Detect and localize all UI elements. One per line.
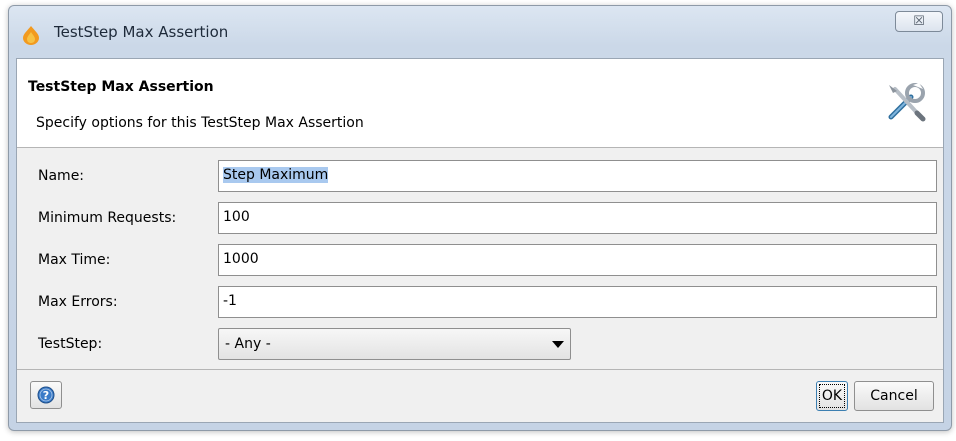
close-button[interactable]: ☒ [895, 11, 943, 32]
max-time-value: 1000 [223, 251, 259, 267]
header-title: TestStep Max Assertion [28, 79, 214, 95]
title-bar[interactable]: TestStep Max Assertion ☒ [9, 6, 951, 56]
teststep-value: - Any - [225, 336, 271, 352]
dialog-window: TestStep Max Assertion ☒ TestStep Max As… [8, 5, 952, 431]
teststep-select[interactable]: - Any - [218, 328, 571, 360]
max-errors-row: Max Errors: -1 [17, 286, 943, 318]
max-errors-value: -1 [223, 293, 237, 309]
max-time-field[interactable]: 1000 [218, 244, 937, 276]
name-field[interactable]: Step Maximum [218, 160, 937, 192]
min-requests-field[interactable]: 100 [218, 202, 937, 234]
name-value: Step Maximum [223, 167, 329, 183]
header-description: Specify options for this TestStep Max As… [36, 115, 364, 131]
min-requests-row: Minimum Requests: 100 [17, 202, 943, 234]
window-title: TestStep Max Assertion [54, 23, 229, 41]
min-requests-value: 100 [223, 209, 250, 225]
min-requests-label: Minimum Requests: [38, 210, 177, 226]
tools-icon [888, 83, 926, 122]
cancel-button[interactable]: Cancel [854, 381, 934, 411]
teststep-row: TestStep: - Any - [17, 328, 943, 360]
close-icon: ☒ [913, 14, 925, 29]
help-icon: ? [37, 386, 55, 404]
soapui-flame-icon [23, 26, 39, 45]
teststep-label: TestStep: [38, 336, 103, 352]
assertion-form: Name: Step Maximum Minimum Requests: 100… [17, 148, 943, 370]
ok-button[interactable]: OK [816, 381, 848, 411]
dialog-content: TestStep Max Assertion Specify options f… [16, 58, 944, 423]
dialog-header: TestStep Max Assertion Specify options f… [17, 59, 943, 148]
max-errors-field[interactable]: -1 [218, 286, 937, 318]
name-label: Name: [38, 168, 85, 184]
dialog-footer: ? OK Cancel [17, 369, 943, 422]
help-button[interactable]: ? [30, 381, 62, 409]
max-time-label: Max Time: [38, 252, 111, 268]
max-time-row: Max Time: 1000 [17, 244, 943, 276]
chevron-down-icon [552, 341, 564, 348]
svg-text:?: ? [43, 389, 49, 402]
name-row: Name: Step Maximum [17, 160, 943, 192]
max-errors-label: Max Errors: [38, 294, 118, 310]
